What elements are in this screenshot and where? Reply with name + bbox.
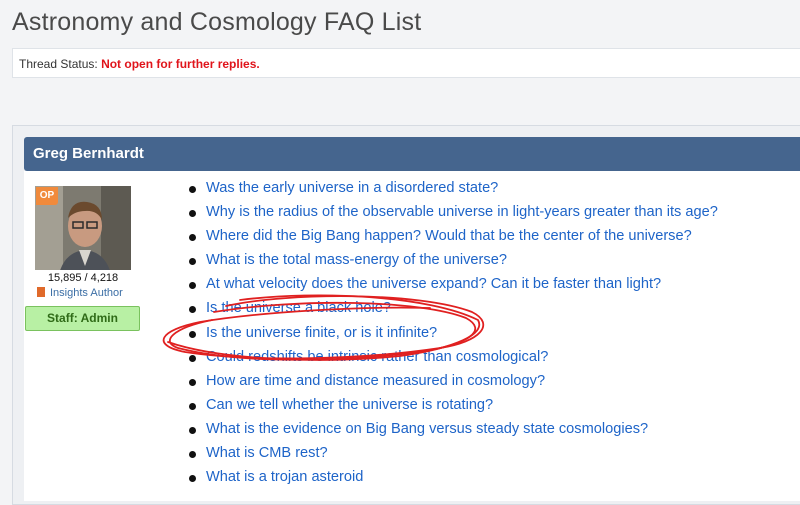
bullet-icon bbox=[189, 186, 196, 193]
list-item: Is the universe finite, or is it infinit… bbox=[186, 323, 718, 347]
bullet-icon bbox=[189, 451, 196, 459]
list-item: How are time and distance measured in co… bbox=[186, 371, 718, 395]
faq-link[interactable]: What is CMB rest? bbox=[206, 445, 328, 461]
faq-link[interactable]: What is a trojan asteroid bbox=[206, 469, 363, 485]
bullet-icon bbox=[189, 426, 196, 434]
faq-link[interactable]: Can we tell whether the universe is rota… bbox=[206, 397, 493, 413]
list-item: What is a trojan asteroid bbox=[186, 467, 718, 491]
thread-status-value: Not open for further replies. bbox=[101, 57, 260, 71]
faq-link[interactable]: What is the evidence on Big Bang versus … bbox=[206, 421, 648, 437]
user-stats: 15,895 / 4,218 bbox=[35, 270, 131, 286]
bullet-icon bbox=[189, 378, 196, 386]
page-title: Astronomy and Cosmology FAQ List bbox=[12, 8, 422, 36]
bullet-icon bbox=[189, 402, 196, 410]
faq-link[interactable]: Why is the radius of the observable univ… bbox=[206, 204, 718, 220]
faq-link[interactable]: Was the early universe in a disordered s… bbox=[206, 180, 498, 196]
list-item: Where did the Big Bang happen? Would tha… bbox=[186, 226, 718, 250]
faq-link[interactable]: Is the universe a black hole? bbox=[206, 300, 391, 316]
thread-status-label: Thread Status: bbox=[19, 57, 98, 71]
thread-status-bar: Thread Status: Not open for further repl… bbox=[12, 48, 800, 78]
bullet-icon bbox=[189, 258, 196, 266]
document-icon bbox=[37, 287, 45, 297]
list-item: What is the total mass-energy of the uni… bbox=[186, 250, 718, 274]
faq-link[interactable]: What is the total mass-energy of the uni… bbox=[206, 252, 507, 268]
bullet-icon bbox=[189, 475, 196, 483]
bullet-icon bbox=[189, 306, 196, 314]
list-item: What is the evidence on Big Bang versus … bbox=[186, 419, 718, 443]
faq-link[interactable]: At what velocity does the universe expan… bbox=[206, 276, 661, 292]
list-item: Could redshifts be intrinsic rather than… bbox=[186, 347, 718, 371]
faq-link[interactable]: Where did the Big Bang happen? Would tha… bbox=[206, 228, 692, 244]
faq-list: Was the early universe in a disordered s… bbox=[186, 178, 718, 491]
bullet-icon bbox=[189, 234, 196, 242]
faq-link[interactable]: Is the universe finite, or is it infinit… bbox=[206, 325, 437, 341]
bullet-icon bbox=[189, 330, 196, 338]
staff-badge: Staff: Admin bbox=[25, 306, 140, 331]
list-item: Was the early universe in a disordered s… bbox=[186, 178, 718, 202]
faq-link[interactable]: How are time and distance measured in co… bbox=[206, 373, 545, 389]
post-author-header[interactable]: Greg Bernhardt bbox=[24, 137, 800, 171]
insights-author-text: Insights Author bbox=[50, 287, 123, 299]
bullet-icon bbox=[189, 282, 196, 290]
bullet-icon bbox=[189, 210, 196, 218]
insights-author-label[interactable]: Insights Author bbox=[37, 287, 123, 299]
faq-link[interactable]: Could redshifts be intrinsic rather than… bbox=[206, 349, 548, 365]
list-item: Can we tell whether the universe is rota… bbox=[186, 395, 718, 419]
op-badge: OP bbox=[36, 187, 58, 205]
list-item: Why is the radius of the observable univ… bbox=[186, 202, 718, 226]
list-item: What is CMB rest? bbox=[186, 443, 718, 467]
list-item: Is the universe a black hole? bbox=[186, 298, 718, 322]
list-item: At what velocity does the universe expan… bbox=[186, 274, 718, 298]
bullet-icon bbox=[189, 354, 196, 362]
